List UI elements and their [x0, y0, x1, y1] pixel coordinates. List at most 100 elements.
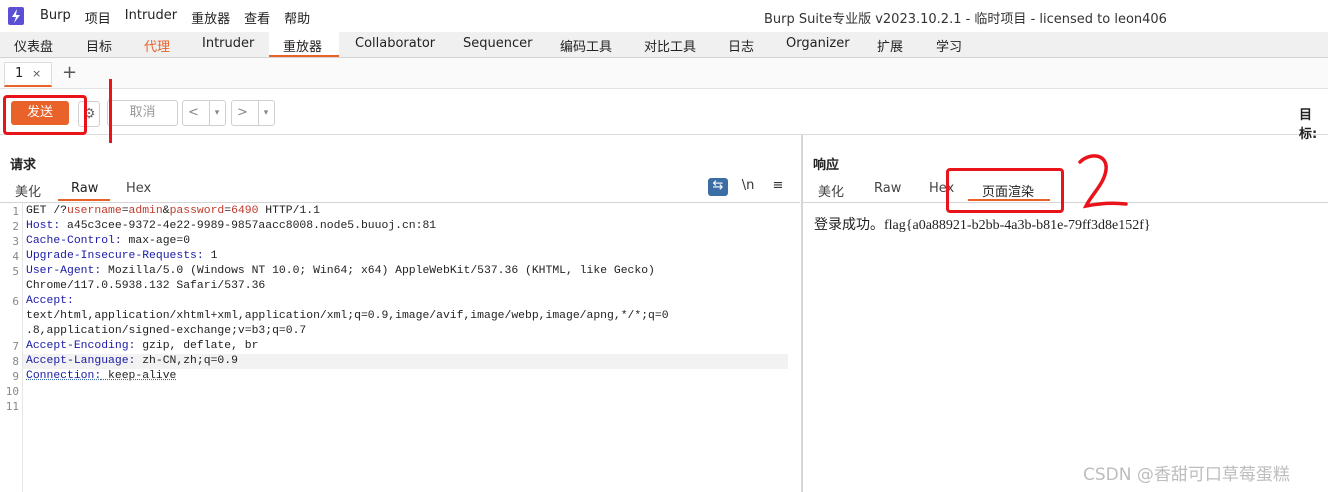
- tab-dashboard[interactable]: 仪表盘: [14, 36, 53, 55]
- header-value: Chrome/117.0.5938.132 Safari/537.36: [26, 280, 266, 292]
- repeater-tab-label: 1: [15, 66, 24, 81]
- request-line[interactable]: GET /?username=admin&password=6490 HTTP/…: [26, 204, 320, 219]
- word-wrap-icon[interactable]: ⇆: [708, 178, 728, 196]
- param-name: password: [169, 205, 225, 217]
- header-line[interactable]: Accept:: [26, 294, 74, 309]
- line-number-gutter: 1 2 3 4 5 6 7 8 9 10 11: [0, 203, 23, 492]
- header-line-wrap[interactable]: .8,application/signed-exchange;v=b3;q=0.…: [26, 324, 306, 339]
- main-tab-bar: 仪表盘 目标 代理 Intruder 重放器 Collaborator Sequ…: [0, 32, 1328, 58]
- header-line[interactable]: User-Agent: Mozilla/5.0 (Windows NT 10.0…: [26, 264, 655, 279]
- target-label: 目标:: [1299, 108, 1318, 142]
- chevron-down-icon[interactable]: ▾: [258, 101, 273, 125]
- header-key: Accept-Encoding:: [26, 340, 136, 352]
- repeater-tab-row: [0, 58, 1328, 89]
- response-title: 响应: [813, 158, 840, 173]
- tab-repeater[interactable]: 重放器: [283, 36, 322, 55]
- header-value: 1: [203, 250, 218, 262]
- panel-divider[interactable]: [801, 135, 803, 492]
- header-value: keep-alive: [101, 370, 177, 382]
- annotation-mark-1: [109, 79, 112, 143]
- menu-help[interactable]: 帮助: [284, 8, 310, 27]
- menu-icon[interactable]: ≡: [768, 178, 788, 196]
- tab-learn[interactable]: 学习: [936, 36, 962, 55]
- line-number: 4: [12, 250, 19, 263]
- menu-burp[interactable]: Burp: [40, 8, 71, 27]
- back-button[interactable]: < ▾: [182, 100, 226, 126]
- line-number: 10: [5, 385, 19, 398]
- menu-repeater[interactable]: 重放器: [191, 8, 230, 27]
- param-value: admin: [128, 205, 163, 217]
- header-value: max-age=0: [121, 235, 191, 247]
- header-value: gzip, deflate, br: [135, 340, 259, 352]
- forward-arrow-icon: >: [237, 105, 248, 120]
- line-number: 5: [12, 265, 19, 278]
- header-value: text/html,application/xhtml+xml,applicat…: [26, 310, 669, 322]
- cancel-button[interactable]: 取消: [107, 100, 178, 126]
- tab-sequencer[interactable]: Sequencer: [463, 36, 532, 51]
- header-line[interactable]: Accept-Language: zh-CN,zh;q=0.9: [26, 354, 238, 369]
- header-line-wrap[interactable]: Chrome/117.0.5938.132 Safari/537.36: [26, 279, 265, 294]
- tab-organizer[interactable]: Organizer: [786, 36, 850, 51]
- tab-comparer[interactable]: 对比工具: [644, 36, 696, 55]
- tab-raw[interactable]: Raw: [71, 181, 98, 196]
- chevron-down-icon[interactable]: ▾: [209, 101, 224, 125]
- menu-view[interactable]: 查看: [244, 8, 270, 27]
- tab-pretty[interactable]: 美化: [15, 181, 41, 200]
- line-number: 2: [12, 220, 19, 233]
- tab-raw[interactable]: Raw: [874, 181, 901, 196]
- line-number: 8: [12, 355, 19, 368]
- tab-extensions[interactable]: 扩展: [877, 36, 903, 55]
- tab-collaborator[interactable]: Collaborator: [355, 36, 435, 51]
- param-name: username: [67, 205, 122, 217]
- header-line[interactable]: Connection: keep-alive: [26, 369, 176, 384]
- line-number: 1: [12, 205, 19, 218]
- header-key: Host:: [26, 220, 61, 232]
- header-line[interactable]: Upgrade-Insecure-Requests: 1: [26, 249, 217, 264]
- tab-target[interactable]: 目标: [86, 36, 112, 55]
- watermark: CSDN @香甜可口草莓蛋糕: [1083, 465, 1290, 485]
- line-number: 11: [5, 400, 19, 413]
- newline-icon[interactable]: \n: [738, 178, 758, 196]
- code-text: =: [121, 205, 129, 217]
- window-title: Burp Suite专业版 v2023.10.2.1 - 临时项目 - lice…: [764, 12, 1167, 27]
- add-tab-icon[interactable]: +: [62, 62, 77, 83]
- menu-bar: Burp 项目 Intruder 重放器 查看 帮助: [40, 8, 324, 27]
- active-tab-underline: [58, 199, 110, 201]
- tab-pretty[interactable]: 美化: [818, 181, 844, 200]
- header-line-wrap[interactable]: text/html,application/xhtml+xml,applicat…: [26, 309, 669, 324]
- close-icon[interactable]: ×: [32, 67, 41, 80]
- header-value: zh-CN,zh;q=0.9: [135, 355, 238, 367]
- response-border: [803, 202, 1328, 203]
- menu-project[interactable]: 项目: [85, 8, 111, 27]
- annotation-box-render: [946, 168, 1064, 213]
- tab-logger[interactable]: 日志: [728, 36, 754, 55]
- request-title: 请求: [10, 158, 37, 173]
- header-key: Accept:: [26, 295, 74, 307]
- header-line[interactable]: Accept-Encoding: gzip, deflate, br: [26, 339, 258, 354]
- tab-intruder[interactable]: Intruder: [202, 36, 254, 51]
- header-key: Accept-Language:: [26, 355, 136, 367]
- editor-border: [0, 202, 800, 203]
- line-number: 9: [12, 370, 19, 383]
- active-tab-underline: [269, 55, 339, 57]
- header-key: Cache-Control:: [26, 235, 122, 247]
- back-arrow-icon: <: [188, 105, 199, 120]
- code-text: GET /?: [26, 205, 68, 217]
- tab-proxy[interactable]: 代理: [144, 36, 170, 55]
- repeater-tab-1[interactable]: 1 ×: [4, 62, 52, 87]
- header-key: Upgrade-Insecure-Requests:: [26, 250, 204, 262]
- tab-decoder[interactable]: 编码工具: [560, 36, 612, 55]
- line-number: 7: [12, 340, 19, 353]
- header-value: a45c3cee-9372-4e22-9989-9857aacc8008.nod…: [60, 220, 437, 232]
- annotation-mark-2: [1078, 154, 1128, 209]
- header-line[interactable]: Cache-Control: max-age=0: [26, 234, 190, 249]
- line-number: 3: [12, 235, 19, 248]
- tab-hex[interactable]: Hex: [126, 181, 151, 196]
- header-line[interactable]: Host: a45c3cee-9372-4e22-9989-9857aacc80…: [26, 219, 436, 234]
- annotation-box-send: [3, 95, 87, 135]
- burp-logo-icon: [8, 7, 24, 25]
- forward-button[interactable]: > ▾: [231, 100, 275, 126]
- menu-intruder[interactable]: Intruder: [125, 8, 177, 27]
- header-key: User-Agent:: [26, 265, 102, 277]
- param-value: 6490: [231, 205, 259, 217]
